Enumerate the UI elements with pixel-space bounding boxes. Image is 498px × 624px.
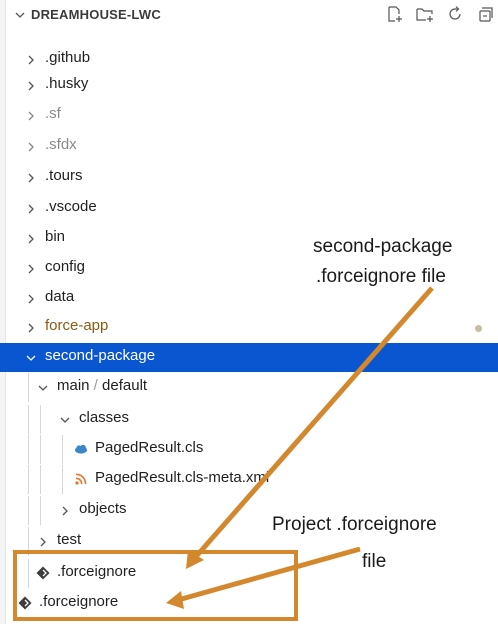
callout-project-line2: file xyxy=(362,551,387,572)
highlight-box xyxy=(13,550,298,621)
callout-project-line1: Project .forceignore xyxy=(272,514,437,535)
callout-arrow-project xyxy=(177,546,361,603)
callout-arrowhead xyxy=(166,591,184,609)
callout-second-package-line2: .forceignore file xyxy=(316,266,446,287)
callout-second-package-line1: second-package xyxy=(313,236,453,257)
